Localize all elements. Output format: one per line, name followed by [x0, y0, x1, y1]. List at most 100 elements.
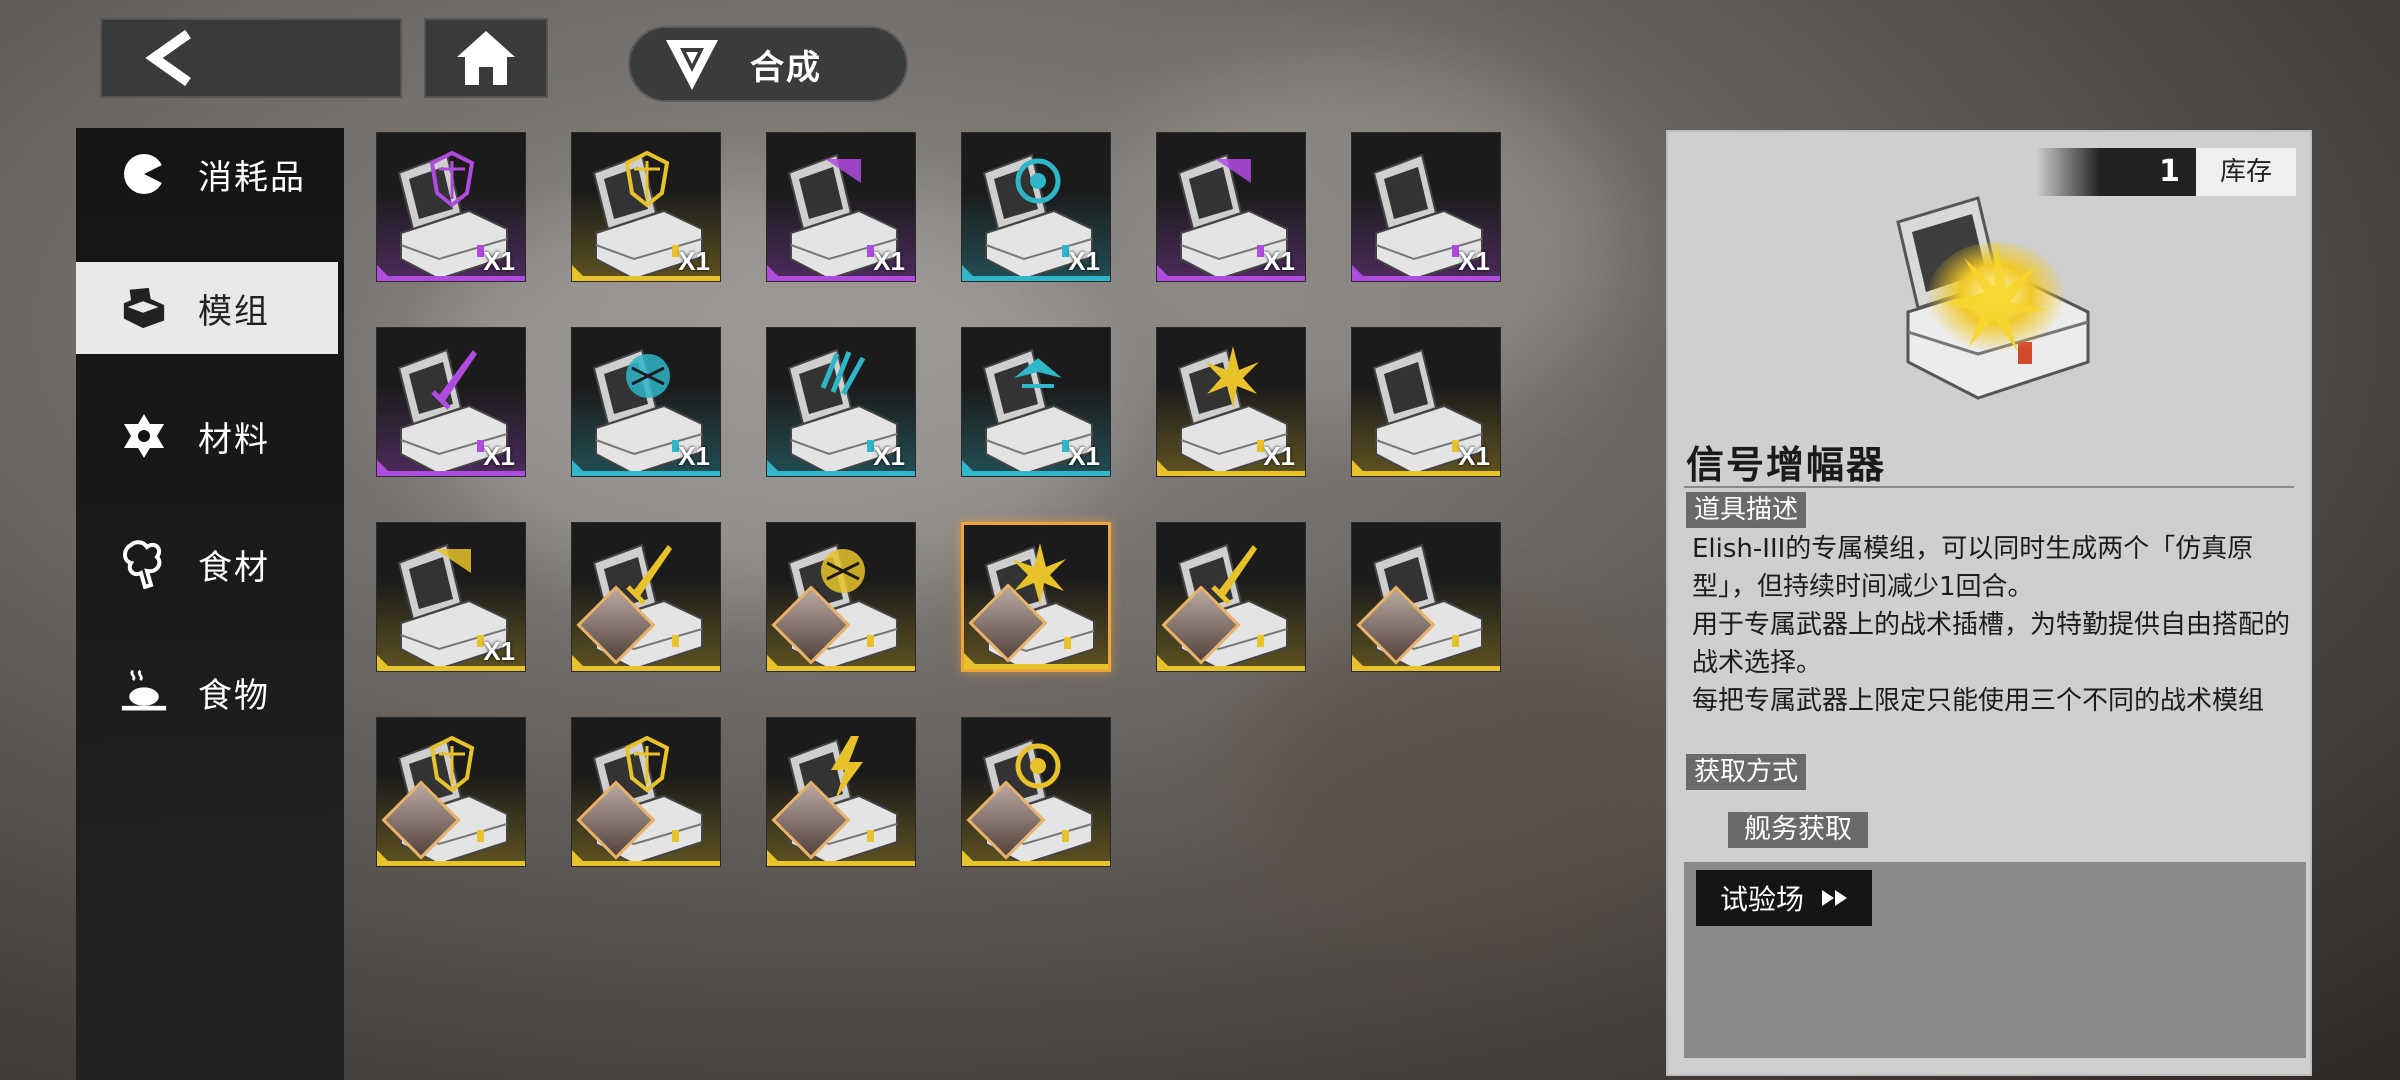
test-range-button[interactable]: 试验场 — [1696, 870, 1872, 926]
sidebar-item-modules[interactable]: 模组 — [76, 262, 338, 354]
category-sidebar: 消耗品 模组 材料 食材 食物 — [76, 128, 344, 1080]
module-item[interactable]: X1 — [1351, 327, 1501, 477]
acquire-tag: 获取方式 — [1686, 754, 1807, 790]
rarity-corner — [377, 850, 393, 866]
rarity-corner — [962, 460, 978, 476]
home-icon — [457, 31, 515, 85]
stock-indicator: 1 库存 — [2036, 148, 2296, 196]
rarity-corner — [767, 850, 783, 866]
rarity-corner — [572, 655, 588, 671]
module-item[interactable] — [1156, 522, 1306, 672]
back-button[interactable] — [100, 18, 402, 98]
module-case-icon — [592, 735, 703, 866]
rarity-corner — [1352, 655, 1368, 671]
rarity-corner — [377, 655, 393, 671]
herb-icon — [120, 540, 168, 589]
box-icon — [120, 284, 168, 332]
rarity-corner — [767, 655, 783, 671]
module-item[interactable]: X1 — [961, 132, 1111, 282]
rarity-bar — [767, 666, 915, 671]
module-item[interactable] — [571, 522, 721, 672]
sidebar-item-food[interactable]: 食物 — [76, 646, 344, 738]
description-line: 用于专属武器上的战术插槽，为特勤提供自由搭配的战术选择。 — [1692, 610, 2291, 678]
rarity-corner — [377, 265, 393, 281]
rarity-bar — [1352, 666, 1500, 671]
item-quantity: X1 — [483, 636, 515, 666]
module-item[interactable] — [961, 717, 1111, 867]
item-quantity: X1 — [483, 246, 515, 276]
module-item[interactable]: X1 — [766, 132, 916, 282]
description-tag: 道具描述 — [1686, 492, 1807, 528]
rarity-corner — [1157, 655, 1173, 671]
divider — [1684, 486, 2294, 488]
rarity-corner — [572, 850, 588, 866]
rarity-bar — [572, 861, 720, 866]
rarity-corner — [767, 265, 783, 281]
item-description[interactable]: Elish-III的专属模组，可以同时生成两个「仿真原型」，但持续时间减少1回合… — [1692, 530, 2292, 730]
sidebar-item-label: 材料 — [198, 419, 270, 460]
item-quantity: X1 — [1068, 441, 1100, 471]
module-case-icon — [1177, 543, 1288, 671]
rarity-bar — [377, 861, 525, 866]
module-item[interactable]: X1 — [1351, 132, 1501, 282]
sidebar-item-materials[interactable]: 材料 — [76, 390, 344, 482]
module-item[interactable] — [961, 522, 1111, 672]
item-quantity: X1 — [678, 246, 710, 276]
module-item[interactable]: X1 — [376, 132, 526, 282]
item-quantity: X1 — [873, 441, 905, 471]
rarity-bar — [572, 666, 720, 671]
module-item[interactable]: X1 — [961, 327, 1111, 477]
module-case-icon — [397, 735, 508, 866]
item-detail-panel: 1 库存 信号增幅器 道具描述 Elish-III的专属模组，可以同时生成两个「… — [1666, 130, 2312, 1076]
pie-icon — [120, 150, 168, 198]
synthesis-logo-icon — [666, 40, 718, 90]
item-quantity: X1 — [1068, 246, 1100, 276]
module-item[interactable]: X1 — [766, 327, 916, 477]
sidebar-item-label: 模组 — [198, 291, 270, 332]
module-item[interactable] — [766, 522, 916, 672]
fast-forward-icon — [1822, 890, 1848, 906]
module-item[interactable]: X1 — [571, 132, 721, 282]
rarity-corner — [1157, 265, 1173, 281]
rarity-corner — [962, 265, 978, 281]
test-range-label: 试验场 — [1720, 883, 1805, 916]
source-list: 试验场 — [1684, 862, 2306, 1058]
module-case-icon — [787, 736, 898, 866]
item-quantity: X1 — [678, 441, 710, 471]
module-item[interactable]: X1 — [376, 522, 526, 672]
module-item[interactable] — [1351, 522, 1501, 672]
module-item[interactable] — [571, 717, 721, 867]
module-case-icon — [1372, 543, 1483, 671]
module-item[interactable]: X1 — [376, 327, 526, 477]
rarity-corner — [964, 653, 980, 669]
rarity-corner — [572, 265, 588, 281]
home-button[interactable] — [424, 18, 548, 98]
dish-icon — [120, 668, 168, 716]
module-case-illustration-icon — [1896, 196, 2090, 400]
module-case-icon — [592, 543, 703, 671]
rarity-corner — [1157, 460, 1173, 476]
rarity-bar — [964, 664, 1108, 669]
module-item[interactable] — [766, 717, 916, 867]
stock-count: 1 — [2036, 148, 2196, 196]
sidebar-item-label: 消耗品 — [198, 157, 306, 198]
sidebar-item-consumables[interactable]: 消耗品 — [76, 128, 344, 220]
back-arrow-icon — [145, 30, 191, 86]
rarity-bar — [1157, 666, 1305, 671]
sidebar-item-ingredients[interactable]: 食材 — [76, 518, 344, 610]
sidebar-item-label: 食材 — [198, 547, 270, 588]
item-quantity: X1 — [873, 246, 905, 276]
rarity-corner — [767, 460, 783, 476]
module-item[interactable]: X1 — [1156, 132, 1306, 282]
item-name: 信号增幅器 — [1686, 443, 1887, 487]
module-case-icon — [984, 543, 1095, 669]
stock-label: 库存 — [2196, 148, 2296, 196]
module-item[interactable]: X1 — [571, 327, 721, 477]
module-case-icon — [982, 738, 1093, 866]
module-item[interactable]: X1 — [1156, 327, 1306, 477]
page-title-pill: 合成 — [628, 26, 908, 102]
rarity-bar — [767, 861, 915, 866]
rarity-corner — [962, 850, 978, 866]
rarity-corner — [572, 460, 588, 476]
module-item[interactable] — [376, 717, 526, 867]
